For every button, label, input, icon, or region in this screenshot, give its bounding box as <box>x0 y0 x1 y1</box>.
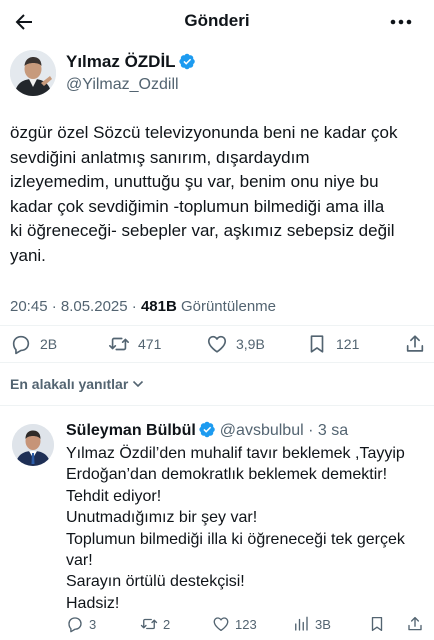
share-button[interactable] <box>404 332 434 356</box>
reply-author-handle[interactable]: @avsbulbul <box>220 422 304 439</box>
reply-header: Süleyman Bülbül @avsbulbul · 3 sa <box>66 421 348 440</box>
reply-count: 3 <box>89 616 97 632</box>
reply-button[interactable]: 2B <box>10 332 57 356</box>
reply-count: 2B <box>40 336 58 352</box>
heart-icon <box>207 335 227 353</box>
tweet-text: özgür özel Sözcü televizyonunda beni ne … <box>10 121 430 268</box>
tweet-timestamp[interactable]: 20:45 · 8.05.2025 · <box>10 298 141 315</box>
reply-text-line: Tehdit ediyor! <box>66 487 162 505</box>
more-options-icon[interactable] <box>388 10 414 34</box>
bookmark-icon <box>310 335 324 353</box>
view-count: 3B <box>315 616 331 632</box>
tweet-text-line: kadar çok sevdiğimin -toplumun bilmediği… <box>10 196 385 216</box>
sort-label: En alakalı yanıtlar <box>10 376 129 392</box>
reply-text-line: var! <box>66 552 93 570</box>
bookmark-icon <box>371 616 383 632</box>
author-photo <box>10 50 56 96</box>
reply-views-button[interactable]: 3B <box>292 612 331 636</box>
divider <box>0 405 434 406</box>
reply-text: Yılmaz Özdil’den muhalif tavır beklemek … <box>66 443 428 614</box>
like-button[interactable]: 3,9B <box>206 332 265 356</box>
reply-retweet-button[interactable]: 2 <box>140 612 170 636</box>
retweet-icon <box>140 618 158 630</box>
tweet-text-line: özgür özel Sözcü televizyonunda beni ne … <box>10 123 398 142</box>
reply-text-line: Toplumun bilmediği illa ki öğreneceği te… <box>66 530 405 548</box>
reply-text-line: Yılmaz Özdil’den muhalif tavır beklemek … <box>66 445 405 462</box>
reply-actions: 3 2 123 3B <box>60 612 434 636</box>
verified-badge-icon <box>178 53 195 70</box>
divider <box>0 362 434 363</box>
reply-like-button[interactable]: 123 <box>212 612 257 636</box>
tweet-text-line: yani. <box>10 245 46 265</box>
tweet-meta: 20:45 · 8.05.2025 · 481B Görüntülenme <box>10 298 276 315</box>
retweet-icon <box>109 337 129 351</box>
views-chart-icon <box>295 616 308 631</box>
retweet-button[interactable]: 471 <box>108 332 161 356</box>
avatar[interactable] <box>12 424 54 466</box>
views-label: Görüntülenme <box>176 298 277 315</box>
share-icon <box>408 616 422 631</box>
tweet-text-line: ki öğreneceği- sebepler var, aşkımız seb… <box>10 221 395 240</box>
avatar[interactable] <box>10 50 56 96</box>
tweet-actions: 2B 471 3,9B 121 <box>0 326 434 362</box>
view-count: 481B <box>140 298 177 315</box>
reply-icon <box>68 617 82 633</box>
chevron-down-icon <box>133 380 144 388</box>
reply-text-line: Unutmadığımız bir şey var! <box>66 509 258 527</box>
share-icon <box>406 335 424 352</box>
reply-author-name[interactable]: Süleyman Bülbül <box>66 422 196 439</box>
bookmark-count: 121 <box>336 336 360 352</box>
verified-badge-icon <box>199 421 215 438</box>
reply-share-button[interactable] <box>406 612 429 636</box>
tweet-author: Yılmaz ÖZDİL @Yilmaz_Ozdill <box>10 50 430 100</box>
retweet-count: 471 <box>138 336 162 352</box>
like-count: 3,9B <box>236 336 265 352</box>
heart-icon <box>213 617 229 632</box>
reply-text-line: Erdoğan’dan demokratlık beklemek demekti… <box>66 466 388 484</box>
reply-time: · 3 sa <box>303 422 349 439</box>
reply-text-line: Sarayın örtülü destekçisi! <box>66 573 245 591</box>
bookmark-button[interactable]: 121 <box>306 332 359 356</box>
reply-author-photo <box>12 424 54 466</box>
author-handle[interactable]: @Yilmaz_Ozdill <box>66 76 179 94</box>
tweet-text-line: izleyemedim, unuttuğu şu var, benim onu … <box>10 172 379 191</box>
reply-sort-dropdown[interactable]: En alakalı yanıtlar <box>10 376 144 392</box>
reply-tweet[interactable]: Süleyman Bülbül @avsbulbul · 3 sa Yılmaz … <box>0 412 434 640</box>
top-bar: Gönderi <box>0 0 434 44</box>
page-title: Gönderi <box>184 11 250 30</box>
reply-reply-button[interactable]: 3 <box>66 612 96 636</box>
like-count: 123 <box>235 616 257 632</box>
author-name[interactable]: Yılmaz ÖZDİL <box>66 52 196 72</box>
reply-bookmark-button[interactable] <box>368 612 391 636</box>
tweet-text-line: sevdiğini anlatmış sanırım, dışardaydım <box>10 147 310 167</box>
reply-icon <box>12 335 30 355</box>
retweet-count: 2 <box>163 616 171 632</box>
